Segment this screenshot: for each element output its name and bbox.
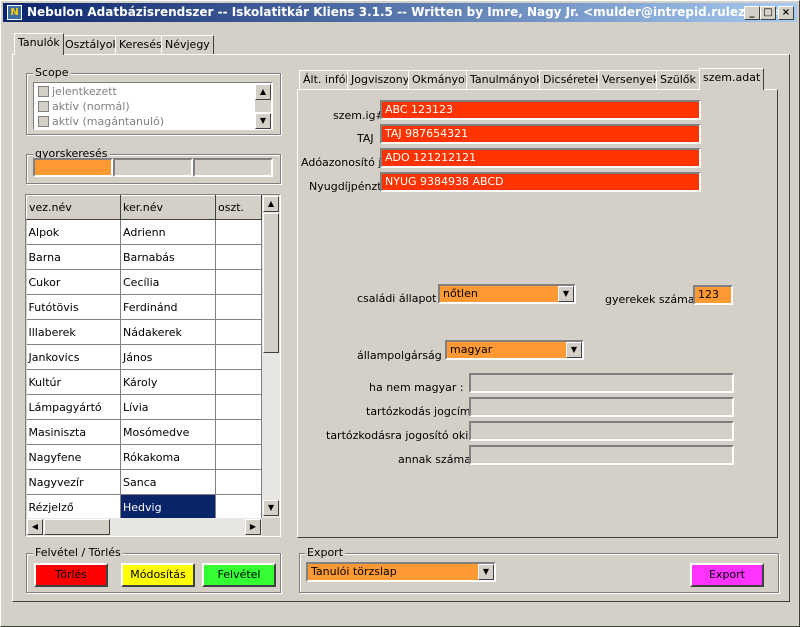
taj-field[interactable]: TAJ 987654321: [380, 124, 701, 144]
tartjog-field[interactable]: [469, 397, 734, 417]
quicksearch-lastname-input[interactable]: [33, 158, 113, 177]
okirat-field[interactable]: [469, 421, 734, 441]
table-horizontal-scrollbar[interactable]: ◀ ▶: [26, 518, 262, 536]
chevron-down-icon[interactable]: ▼: [558, 286, 574, 302]
table-row[interactable]: Jankovics János: [26, 344, 262, 370]
table-scroll-up-button[interactable]: ▲: [263, 196, 279, 212]
student-table[interactable]: vez.név ker.név oszt. Alpok Adrienn Barna…: [25, 194, 281, 537]
tab-szem-adat[interactable]: szem.adat: [699, 68, 765, 90]
scope-checkbox[interactable]: [38, 86, 49, 97]
column-header-vezname[interactable]: vez.név: [26, 195, 121, 220]
felvetel-label: Felvétel / Törlés: [33, 546, 123, 559]
tab-osztalyok[interactable]: Osztályok: [61, 35, 123, 55]
scope-item[interactable]: jelentkezett: [34, 85, 256, 99]
tab-nevjegy[interactable]: Névjegy: [161, 35, 214, 55]
scope-item[interactable]: aktív (magántanuló): [34, 115, 256, 129]
close-button[interactable]: ×: [778, 6, 794, 20]
szama-label: annak száma: [398, 453, 471, 466]
table-vertical-scrollbar[interactable]: ▲ ▼: [262, 195, 280, 518]
table-row[interactable]: Masiniszta Mosómedve: [26, 419, 262, 445]
tab-kereses[interactable]: Keresés: [115, 35, 166, 55]
szemig-label: szem.ig#: [333, 109, 385, 122]
table-row[interactable]: Lámpagyártó Lívia: [26, 394, 262, 420]
szemig-field[interactable]: ABC 123123: [380, 100, 701, 120]
table-scroll-right-button[interactable]: ▶: [245, 519, 261, 535]
nyugdij-field[interactable]: NYUG 9384938 ABCD: [380, 172, 701, 192]
tab-tanulmanyok[interactable]: Tanulmányok: [466, 70, 547, 90]
maximize-button[interactable]: □: [760, 6, 776, 20]
table-row-selected[interactable]: Rézjelző Hedvig: [26, 494, 262, 520]
csaladi-select[interactable]: nőtlen ▼: [438, 284, 576, 304]
tab-jogviszony[interactable]: Jogviszony: [347, 70, 414, 90]
table-row[interactable]: Cukor Cecília: [26, 269, 262, 295]
okirat-label: tartózkodásra jogosító okirat: [326, 429, 484, 442]
chevron-down-icon[interactable]: ▼: [478, 564, 494, 580]
taj-label: TAJ: [357, 132, 374, 145]
export-button[interactable]: Export: [690, 563, 764, 587]
minimize-button[interactable]: _: [744, 6, 760, 20]
column-header-osztaly[interactable]: oszt.: [215, 195, 262, 220]
export-label: Export: [305, 546, 346, 559]
title-bar[interactable]: N Nebulon Adatbázisrendszer -- Iskolatit…: [3, 3, 797, 22]
quicksearch-firstname-input[interactable]: [113, 158, 193, 177]
ado-label: Adóazonosító jel: [301, 156, 392, 169]
tab-szulok[interactable]: Szülők: [656, 70, 700, 90]
table-header: vez.név ker.név oszt.: [26, 195, 262, 220]
ado-field[interactable]: ADO 121212121: [380, 148, 701, 168]
allampolgarsag-label: állampolgárság: [357, 349, 442, 362]
table-scroll-down-button[interactable]: ▼: [263, 500, 279, 516]
szama-field[interactable]: [469, 445, 734, 465]
student-table-grid: vez.név ker.név oszt. Alpok Adrienn Barna…: [26, 195, 262, 520]
scope-checkbox[interactable]: [38, 101, 49, 112]
add-button[interactable]: Felvétel: [202, 563, 276, 587]
delete-button[interactable]: Törlés: [34, 563, 108, 587]
export-select[interactable]: Tanulói törzslap ▼: [306, 562, 496, 582]
tartjog-label: tartózkodás jogcíme: [366, 405, 478, 418]
csaladi-label: családi állapot: [357, 292, 437, 305]
table-row[interactable]: Kultúr Károly: [26, 369, 262, 395]
table-row[interactable]: Futótövis Ferdinánd: [26, 294, 262, 320]
scope-checkbox[interactable]: [38, 116, 49, 127]
scope-scroll-thumb[interactable]: [255, 100, 271, 112]
app-icon[interactable]: N: [7, 5, 22, 20]
tab-versenyek[interactable]: Versenyek: [598, 70, 664, 90]
gyerekek-label: gyerekek száma: [605, 293, 695, 306]
hanem-field[interactable]: [469, 373, 734, 393]
scope-label: Scope: [33, 66, 71, 79]
quicksearch-class-input[interactable]: [193, 158, 273, 177]
allampolgarsag-select[interactable]: magyar ▼: [445, 340, 584, 360]
main-window: N Nebulon Adatbázisrendszer -- Iskolatit…: [0, 0, 800, 627]
scope-scroll-up-button[interactable]: ▲: [255, 84, 271, 100]
scroll-corner: [262, 518, 280, 536]
window-title: Nebulon Adatbázisrendszer -- Iskolatitká…: [27, 5, 783, 19]
hanem-label: ha nem magyar :: [369, 381, 464, 394]
table-row[interactable]: Illaberek Nádakerek: [26, 319, 262, 345]
scope-listbox[interactable]: jelentkezett aktív (normál) aktív (magán…: [33, 82, 273, 130]
table-row[interactable]: Barna Barnabás: [26, 244, 262, 270]
table-hscroll-thumb[interactable]: [44, 519, 110, 535]
table-row[interactable]: Nagyvezír Sanca: [26, 469, 262, 495]
chevron-down-icon[interactable]: ▼: [566, 342, 582, 358]
table-row[interactable]: Nagyfene Rókakoma: [26, 444, 262, 470]
tab-tanulok[interactable]: Tanulók: [14, 33, 64, 55]
modify-button[interactable]: Módosítás: [121, 563, 195, 587]
column-header-kername[interactable]: ker.név: [120, 195, 216, 220]
table-scroll-left-button[interactable]: ◀: [27, 519, 43, 535]
scope-item[interactable]: aktív (normál): [34, 100, 256, 114]
tab-dicseretek[interactable]: Dicséretek: [539, 70, 606, 90]
gyerekek-field[interactable]: 123: [693, 285, 733, 305]
table-scroll-thumb[interactable]: [263, 213, 279, 353]
table-row[interactable]: Alpok Adrienn: [26, 219, 262, 245]
scope-scroll-down-button[interactable]: ▼: [255, 113, 271, 129]
